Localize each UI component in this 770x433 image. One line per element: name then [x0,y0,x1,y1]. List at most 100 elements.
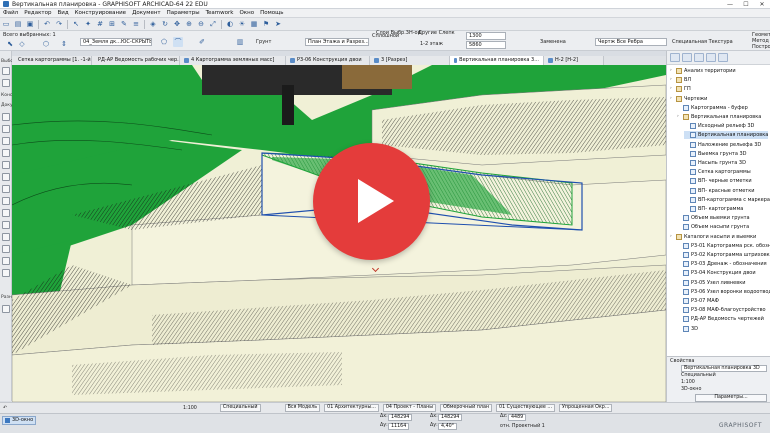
redo-icon[interactable]: ↷ [54,19,64,29]
orbit-icon[interactable]: ↻ [160,19,170,29]
delta-x-value[interactable]: 148294 [438,414,463,421]
send-icon[interactable]: ➤ [273,19,283,29]
story-dropdown[interactable]: План Этажа и Разрез... [305,38,369,46]
existing-dropdown[interactable]: 01 Существующее ... [496,404,555,412]
expand-arrow-icon[interactable]: › [670,233,674,241]
layer-combo-icon[interactable]: ▦ [249,19,259,29]
menu-document[interactable]: Документ [129,10,164,16]
coord-x-value[interactable]: 148294 [388,414,413,421]
edges-dropdown[interactable]: Чертж Все Ребра [595,38,667,46]
render-icon[interactable]: ◐ [225,19,235,29]
arrow-tool-icon[interactable] [2,67,10,75]
expand-arrow-icon[interactable]: › [670,67,674,75]
line-tool-icon[interactable] [2,221,10,229]
tab-section[interactable]: 3 [Разрез] [370,56,450,65]
publisher-icon[interactable] [706,53,716,62]
height-tool-icon[interactable]: ⇕ [59,39,69,49]
shape-tool-icon[interactable]: ⬡ [41,39,51,49]
special-dropdown[interactable]: Специальный [219,404,261,412]
tab-grid-cartogram[interactable]: Сетка картограммы [1. -1-й этаж] [12,56,92,65]
open-file-icon[interactable]: ▤ [13,19,23,29]
navigator-item[interactable]: Насыпь грунта 3D [684,159,768,167]
teamwork-icon[interactable]: ⚑ [261,19,271,29]
slab-tool-icon[interactable] [2,149,10,157]
3d-viewport[interactable] [12,65,666,402]
zoom-in-icon[interactable]: ⊕ [184,19,194,29]
tab-h2[interactable]: Н-2 [Н-2] [544,56,604,65]
navigator-item[interactable]: Сетка картограммы [684,168,768,176]
menu-edit[interactable]: Редактор [21,10,54,16]
wall-tool-icon[interactable] [2,113,10,121]
tab-drawings-list[interactable]: РД-АР Ведомость рабочих чер... [92,56,180,65]
marquee-tool-icon[interactable] [2,79,10,87]
text-tool-icon[interactable] [2,257,10,265]
scale-value[interactable]: 1:100 [180,406,200,411]
save-icon[interactable]: ▣ [25,19,35,29]
cursor-icon[interactable]: ↖ [71,19,81,29]
navigator-item[interactable]: Р3-03 Дренаж - обозначения [677,260,768,268]
navigator-item[interactable]: Р3-02 Картограмма штриховка [677,251,770,259]
project-map-icon[interactable] [670,53,680,62]
navigator-item[interactable]: ВП- черные отметки [684,177,768,185]
label-tool-icon[interactable] [2,269,10,277]
polyline-tool-icon[interactable] [2,245,10,253]
navigator-item[interactable]: Объем выемки грунта [677,214,768,222]
height-value-field[interactable]: 1300 [466,32,506,40]
navigator-item[interactable]: › ВЛ [670,76,768,84]
roof-tool-icon[interactable] [2,161,10,169]
navigator-item[interactable]: › Каталоги насыпи и выемки [670,233,768,241]
view-map-icon[interactable] [682,53,692,62]
navigator-item[interactable]: ВП- красные отметки [684,187,768,195]
fit-window-icon[interactable]: ⤢ [208,19,218,29]
navigator-item[interactable]: › ГП [670,85,768,93]
column-tool-icon[interactable] [2,125,10,133]
navigator-item[interactable]: 3D [677,325,768,333]
undo-icon[interactable]: ↶ [0,406,10,411]
navigator-item[interactable]: Картограмма - буфер [677,104,768,112]
layers-icon[interactable]: ≡ [131,19,141,29]
navigator-item[interactable]: Р3-07 МАФ [677,297,768,305]
navigator-item[interactable]: Выемка грунта 3D [684,150,768,158]
close-button[interactable]: ✕ [754,0,770,9]
3d-window-button[interactable]: 3D-окно [2,416,36,425]
navigator-item[interactable]: Р3-06 Узел воронки водоотвода [677,288,770,296]
fill-icon[interactable]: ▥ [235,37,245,47]
object-tool-icon[interactable] [2,305,10,313]
maximize-button[interactable]: ☐ [738,0,754,9]
navigator-item[interactable]: › Анализ территории [670,67,768,75]
undo-icon[interactable]: ↶ [42,19,52,29]
simplified-dropdown[interactable]: Упрощенная Окр... [558,404,613,412]
expand-arrow-icon[interactable]: › [670,95,674,103]
menu-window[interactable]: Окно [236,10,257,16]
sun-icon[interactable]: ☀ [237,19,247,29]
pan-icon[interactable]: ✥ [172,19,182,29]
navigator-item[interactable]: › Вертикальная планировка [677,113,768,121]
navigator-item[interactable]: ВП-картограмма с маркерами [684,196,770,204]
magic-wand-icon[interactable]: ✦ [83,19,93,29]
pencil-icon[interactable]: ✎ [119,19,129,29]
new-file-icon[interactable]: ▭ [1,19,11,29]
navigator-item[interactable]: Исходный рельеф 3D [684,122,768,130]
railing-tool-icon[interactable] [2,209,10,217]
parameters-button[interactable]: Параметры... [695,394,767,402]
elevation-value-field[interactable]: 5860 [466,41,506,49]
expand-arrow-icon[interactable]: › [670,85,674,93]
navigator-item[interactable]: Р3-05 Узел ливневки [677,279,768,287]
menu-help[interactable]: Помощь [257,10,286,16]
menu-design[interactable]: Конструирование [72,10,129,16]
mesh-tool-icon[interactable]: ◇ [17,39,27,49]
beam-tool-icon[interactable] [2,137,10,145]
expand-arrow-icon[interactable]: › [677,113,681,121]
coord-y-value[interactable]: 11164 [388,423,410,430]
project-plans-dropdown[interactable]: 04 Проект - Планы [382,404,437,412]
menu-teamwork[interactable]: Teamwork [203,10,237,16]
navigator-item[interactable]: Наложение рельефа 3D [684,141,768,149]
zone-tool-icon[interactable] [2,185,10,193]
layout-book-icon[interactable] [694,53,704,62]
view-name-field[interactable]: Вертикальная планировка 3D [681,365,767,372]
tab-vertical-planning-3d[interactable]: Вертикальная планировка 3... [450,56,544,65]
minimize-button[interactable]: — [722,0,738,9]
layer-dropdown[interactable]: 04_Земля дк...ЮС-СКРЫТЫЙ [80,38,152,46]
menu-view[interactable]: Вид [54,10,71,16]
expand-arrow-icon[interactable]: › [670,76,674,84]
